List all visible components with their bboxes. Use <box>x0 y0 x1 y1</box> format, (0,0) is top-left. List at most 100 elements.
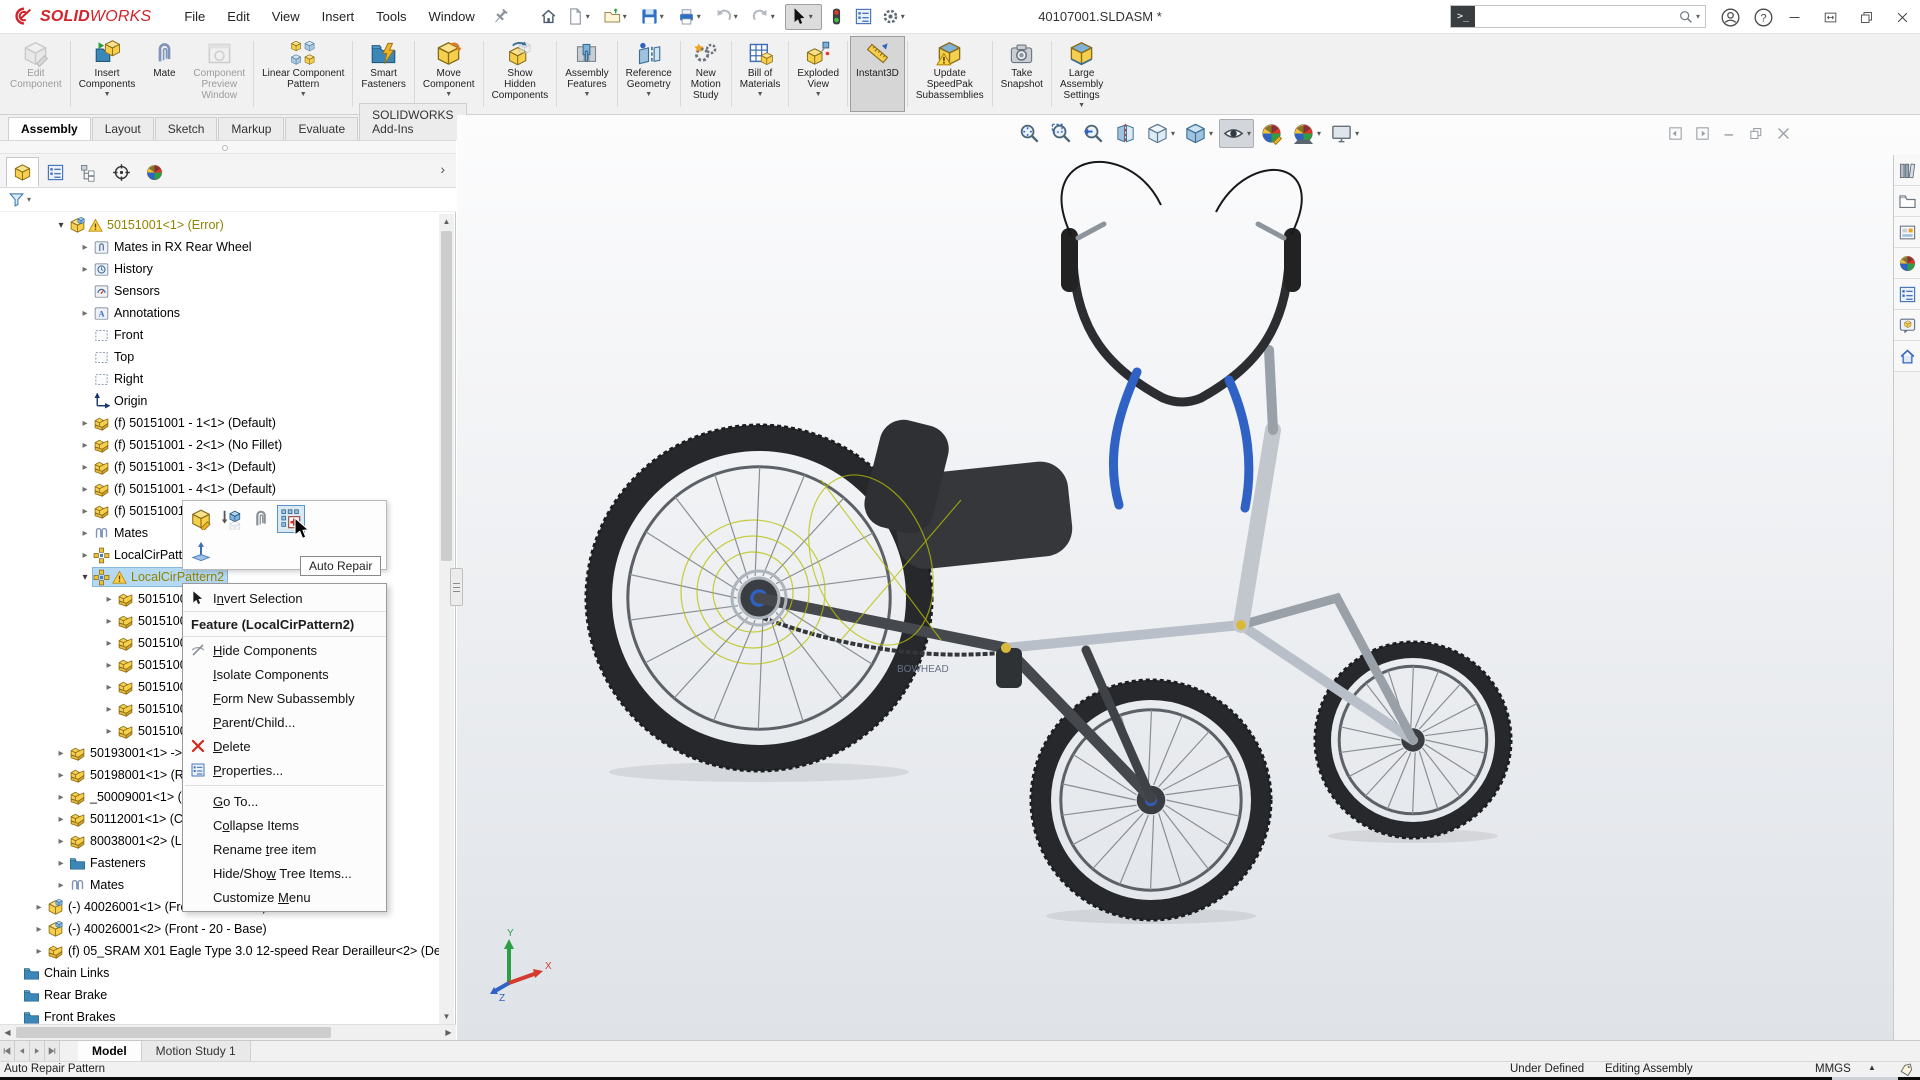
expand-arrow-icon[interactable]: ▸ <box>78 308 92 319</box>
undo-dropdown-caret[interactable]: ▾ <box>734 12 743 21</box>
ribbon-reference-geometry-button[interactable]: Reference Geometry ▼ <box>620 36 678 112</box>
context-menu-item-delete[interactable]: Delete <box>183 734 386 758</box>
open-document-button[interactable]: ▾ <box>600 4 635 30</box>
expand-arrow-icon[interactable]: ▸ <box>54 836 68 847</box>
tree-row-3-sensors[interactable]: Sensors <box>0 280 441 302</box>
context-menu-item-customize-menu[interactable]: Customize Menu <box>183 885 386 909</box>
menu-view[interactable]: View <box>261 1 311 32</box>
expand-arrow-icon[interactable]: ▸ <box>78 484 92 495</box>
print-dropdown-caret[interactable]: ▾ <box>697 12 706 21</box>
ribbon-dropdown-caret[interactable]: ▼ <box>1078 102 1085 109</box>
expand-arrow-icon[interactable]: ▸ <box>32 902 46 913</box>
edit-appearance-button[interactable] <box>1257 119 1286 148</box>
propertymanager-tab[interactable] <box>39 157 72 187</box>
select-cursor-button[interactable]: ▾ <box>784 3 822 30</box>
expand-arrow-icon[interactable]: ▸ <box>102 704 116 715</box>
filter-dropdown-caret[interactable]: ▾ <box>27 195 31 204</box>
search-input[interactable] <box>1475 7 1678 26</box>
ribbon-component-preview-window-button[interactable]: Component Preview Window <box>187 36 251 112</box>
tree-row-10-f-50151001-2-1-no-fillet[interactable]: ▸ (f) 50151001 - 2<1> (No Fillet) <box>0 434 441 456</box>
context-menu-item-go-to[interactable]: Go To... <box>183 789 386 813</box>
tree-row-6-top[interactable]: Top <box>0 346 441 368</box>
tree-row-11-f-50151001-3-1-default[interactable]: ▸ (f) 50151001 - 3<1> (Default) <box>0 456 441 478</box>
panel-splitter-grip[interactable] <box>450 568 463 606</box>
redo-button[interactable]: ▾ <box>748 4 783 30</box>
tab-markup[interactable]: Markup <box>218 117 285 140</box>
task-pane-solidworks-resources[interactable] <box>1894 341 1920 372</box>
tree-row-36-front-brakes[interactable]: Front Brakes <box>0 1006 441 1024</box>
hide-show-items-dropdown-caret[interactable]: ▾ <box>1247 129 1251 138</box>
tree-row-35-rear-brake[interactable]: Rear Brake <box>0 984 441 1006</box>
configurationmanager-tab[interactable] <box>72 157 105 187</box>
user-account-icon[interactable] <box>1720 7 1741 28</box>
tag-icon[interactable] <box>1898 1062 1915 1077</box>
tab-scroll-prev-button[interactable] <box>15 1041 30 1061</box>
display-style-button[interactable]: ▾ <box>1181 119 1216 148</box>
filter-funnel-icon[interactable] <box>8 191 25 208</box>
menu-tools[interactable]: Tools <box>365 1 417 32</box>
expand-arrow-icon[interactable]: ▸ <box>78 242 92 253</box>
context-menu-item-parent-child[interactable]: Parent/Child... <box>183 710 386 734</box>
apply-scene-button[interactable]: ▾ <box>1289 119 1324 148</box>
new-document-dropdown-caret[interactable]: ▾ <box>586 12 595 21</box>
vscroll-thumb[interactable] <box>441 231 452 561</box>
collapse-arrow-icon[interactable]: ▾ <box>54 220 68 231</box>
expand-arrow-icon[interactable]: ▸ <box>78 264 92 275</box>
graphics-viewport[interactable]: BOWHEAD ▾ ▾ ▾ ▾ ▾ Y X Z <box>457 115 1920 1040</box>
pin-icon[interactable] <box>490 7 510 27</box>
redo-dropdown-caret[interactable]: ▾ <box>771 12 780 21</box>
menu-insert[interactable]: Insert <box>311 1 366 32</box>
search-magnifier-icon[interactable] <box>1678 9 1694 25</box>
ribbon-dropdown-caret[interactable]: ▼ <box>300 91 307 98</box>
section-view-button[interactable] <box>1111 119 1140 148</box>
ribbon-move-component-button[interactable]: Move Component ▼ <box>417 36 481 112</box>
featuremanager-tab[interactable] <box>6 157 39 187</box>
ribbon-smart-fasteners-button[interactable]: Smart Fasteners <box>355 36 411 112</box>
panel-expand-chevron[interactable]: › <box>440 161 445 177</box>
insert-components-button[interactable] <box>217 505 245 533</box>
tab-sketch[interactable]: Sketch <box>154 117 218 140</box>
tree-row-34-chain-links[interactable]: Chain Links <box>0 962 441 984</box>
menu-file[interactable]: File <box>173 1 216 32</box>
tree-vertical-scrollbar[interactable]: ▲ ▼ <box>439 214 454 1024</box>
context-menu-item-hide-components[interactable]: Hide Components <box>183 638 386 662</box>
scroll-down-icon[interactable]: ▼ <box>439 1009 454 1024</box>
save-button[interactable]: ▾ <box>637 4 672 30</box>
new-document-button[interactable]: ▾ <box>563 4 598 30</box>
open-document-dropdown-caret[interactable]: ▾ <box>623 12 632 21</box>
expand-arrow-icon[interactable]: ▸ <box>102 660 116 671</box>
context-menu-item-isolate-components[interactable]: Isolate Components <box>183 662 386 686</box>
tree-row-4-annotations[interactable]: ▸ A Annotations <box>0 302 441 324</box>
expand-arrow-icon[interactable]: ▸ <box>54 748 68 759</box>
tree-row-32-40026001-2-front-20-base[interactable]: ▸ (-) 40026001<2> (Front - 20 - Base) <box>0 918 441 940</box>
close-button[interactable] <box>1884 0 1920 34</box>
dimxpert-tab[interactable] <box>105 157 138 187</box>
tab-solidworks-add-ins[interactable]: SOLIDWORKS Add-Ins <box>359 103 467 140</box>
search-box[interactable]: >_ ▾ <box>1450 5 1706 28</box>
expand-arrow-icon[interactable]: ▸ <box>78 550 92 561</box>
child-close-button[interactable] <box>1775 125 1792 145</box>
tree-horizontal-scrollbar[interactable]: ◀ ▶ <box>0 1024 456 1040</box>
tree-row-33-f-05-sram-x01-eagle-type-3-0-12-speed-rear-derailleur-2-default[interactable]: ▸ (f) 05_SRAM X01 Eagle Type 3.0 12-speed… <box>0 940 441 962</box>
tab-motion-study-1[interactable]: Motion Study 1 <box>141 1041 251 1061</box>
units-dropdown-caret[interactable]: ▲ <box>1868 1063 1876 1072</box>
context-menu-item-form-new-subassembly[interactable]: Form New Subassembly <box>183 686 386 710</box>
expand-arrow-icon[interactable]: ▸ <box>102 638 116 649</box>
panel-collapse-strip[interactable] <box>0 141 456 154</box>
view-orientation-button[interactable]: ▾ <box>1143 119 1178 148</box>
task-pane-design-library[interactable] <box>1894 155 1920 186</box>
tree-row-2-history[interactable]: ▸ History <box>0 258 441 280</box>
task-pane-file-explorer[interactable] <box>1894 186 1920 217</box>
status-units[interactable]: MMGS <box>1815 1063 1851 1075</box>
ribbon-edit-component-button[interactable]: Edit Component <box>4 36 68 112</box>
ribbon-assembly-features-button[interactable]: Assembly Features ▼ <box>559 36 614 112</box>
scroll-up-icon[interactable]: ▲ <box>439 214 454 229</box>
collapse-handle-icon[interactable] <box>222 145 228 151</box>
expand-arrow-icon[interactable]: ▸ <box>78 418 92 429</box>
expand-arrow-icon[interactable]: ▸ <box>54 770 68 781</box>
options-gear-button[interactable]: ▾ <box>878 4 913 30</box>
ribbon-take-snapshot-button[interactable]: Take Snapshot <box>995 36 1049 112</box>
expand-arrow-icon[interactable]: ▸ <box>78 440 92 451</box>
view-settings-button[interactable]: ▾ <box>1327 119 1362 148</box>
tree-row-9-f-50151001-1-1-default[interactable]: ▸ (f) 50151001 - 1<1> (Default) <box>0 412 441 434</box>
